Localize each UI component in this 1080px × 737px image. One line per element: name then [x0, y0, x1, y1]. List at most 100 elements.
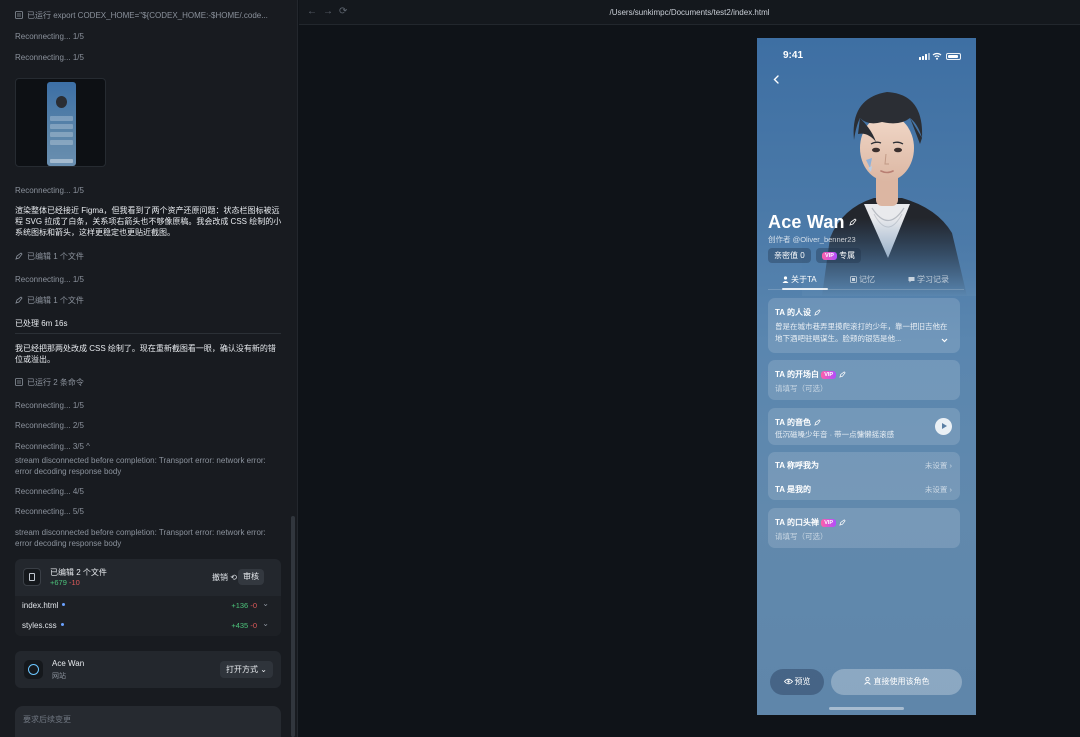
- persona-card[interactable]: TA 的人设 曾是在城市巷弄里摸爬滚打的少年，靠一把旧吉他在地下酒吧驻唱谋生。脸…: [768, 298, 960, 353]
- address-bar[interactable]: /Users/sunkimpc/Documents/test2/index.ht…: [299, 8, 1080, 17]
- character-name: Ace Wan: [768, 212, 857, 233]
- tab-learning-records[interactable]: 学习记录: [908, 274, 949, 285]
- tab-memory[interactable]: 记忆: [850, 274, 875, 285]
- edit-pencil-icon[interactable]: [814, 309, 821, 316]
- tab-about[interactable]: 关于TA: [782, 274, 817, 285]
- document-icon: [23, 568, 41, 586]
- eye-icon: [783, 678, 793, 685]
- back-chevron-icon[interactable]: [772, 75, 781, 84]
- file-diff: +136 -0: [231, 601, 257, 610]
- creator-handle: 创作者 @Oliver_benner23: [768, 235, 856, 244]
- file-name: index.html: [22, 601, 59, 610]
- edit-pencil-icon[interactable]: [839, 519, 846, 526]
- pencil-icon: [15, 252, 23, 260]
- vip-badge: VIP: [821, 519, 837, 527]
- opening-line-card[interactable]: TA 的开场白 VIP 请填写（可选）: [768, 360, 960, 400]
- chevron-down-icon[interactable]: ⌄: [262, 619, 269, 628]
- persona-text: 曾是在城市巷弄里摸爬滚打的少年，靠一把旧吉他在地下酒吧驻唱谋生。脸颊的银箔是他.…: [775, 322, 948, 343]
- phone-preview: 9:41 Ace Wan 创作者 @Oliver_benner23 亲密值 0 …: [757, 38, 976, 715]
- active-tab-indicator: [782, 288, 828, 290]
- relationship-card: TA 称呼我为 未设置 › TA 是我的 未设置 ›: [768, 452, 960, 500]
- edited-file-line[interactable]: 已编辑 1 个文件: [15, 295, 84, 306]
- status-line: Reconnecting... 5/5: [15, 507, 84, 516]
- preview-button[interactable]: 预览: [770, 669, 824, 695]
- status-line: Reconnecting... 1/5: [15, 401, 84, 410]
- chevron-down-icon[interactable]: ⌄: [262, 599, 269, 608]
- chat-panel: 已运行 export CODEX_HOME="${CODEX_HOME:-$HO…: [0, 0, 298, 737]
- edited-file-line[interactable]: 已编辑 1 个文件: [15, 251, 84, 262]
- battery-icon: [946, 53, 961, 60]
- relation-title[interactable]: TA 是我的: [775, 484, 811, 495]
- error-line: stream disconnected before completion: T…: [15, 456, 266, 476]
- command-run-line[interactable]: 已运行 export CODEX_HOME="${CODEX_HOME:-$HO…: [15, 10, 268, 21]
- chevron-right-icon: ›: [949, 461, 953, 470]
- file-row[interactable]: index.html +136 -0 ⌄: [15, 596, 281, 616]
- edited-files-header: 已编辑 2 个文件 +679 -10 撤销 ⟲ 审核: [15, 559, 281, 595]
- home-indicator: [829, 707, 904, 710]
- opening-title: TA 的开场白: [775, 370, 819, 379]
- assistant-message: 渲染整体已经接近 Figma，但我看到了两个资产还原问题：状态栏图标被远程 SV…: [15, 206, 282, 237]
- status-line: Reconnecting... 4/5: [15, 487, 84, 496]
- edit-pencil-icon[interactable]: [849, 218, 857, 226]
- command-run-line[interactable]: 已运行 2 条命令: [15, 377, 84, 388]
- status-line-expandable[interactable]: Reconnecting... 3/5 ^: [15, 441, 90, 452]
- browser-pane: ← → ⟳ /Users/sunkimpc/Documents/test2/in…: [299, 0, 1080, 737]
- screenshot-thumbnail[interactable]: [15, 78, 106, 167]
- error-line: stream disconnected before completion: T…: [15, 528, 266, 548]
- pencil-icon: [15, 296, 23, 304]
- file-row[interactable]: styles.css +435 -0 ⌄: [15, 616, 281, 636]
- open-with-button[interactable]: 打开方式 ⌄: [220, 661, 273, 678]
- bottom-action-bar: 预览 直接使用该角色: [757, 658, 976, 715]
- vip-badge: VIP: [822, 252, 837, 260]
- browser-toolbar: ← → ⟳ /Users/sunkimpc/Documents/test2/in…: [299, 0, 1080, 25]
- review-button[interactable]: 审核: [238, 569, 264, 585]
- assistant-message: 我已经把那两处改成 CSS 绘制了。现在重新截图看一眼，确认没有新的错位或溢出。: [15, 344, 276, 364]
- catchphrase-card[interactable]: TA 的口头禅 VIP 请填写（可选）: [768, 508, 960, 548]
- app-preview-card[interactable]: Ace Wan 网站 打开方式 ⌄: [15, 651, 281, 688]
- status-line: Reconnecting... 1/5: [15, 32, 84, 41]
- status-time: 9:41: [783, 50, 804, 61]
- relation-value[interactable]: 未设置 ›: [925, 484, 952, 495]
- call-me-value[interactable]: 未设置 ›: [925, 460, 952, 471]
- modified-dot-icon: [60, 623, 64, 626]
- scrollbar[interactable]: [291, 516, 295, 737]
- vip-exclusive-chip: VIP 专属: [816, 248, 862, 263]
- call-me-title[interactable]: TA 称呼我为: [775, 460, 819, 471]
- memory-icon: [850, 276, 857, 283]
- wifi-icon: [932, 52, 942, 60]
- chevron-right-icon: ›: [949, 485, 953, 494]
- catchphrase-title: TA 的口头禅: [775, 518, 819, 527]
- file-name: styles.css: [22, 621, 57, 630]
- file-diff: +435 -0: [231, 621, 257, 630]
- edit-pencil-icon[interactable]: [814, 419, 821, 426]
- play-icon[interactable]: [935, 418, 952, 435]
- composer-input[interactable]: 要求后续变更: [15, 706, 281, 737]
- person-icon: [863, 677, 871, 685]
- edit-pencil-icon[interactable]: [839, 371, 846, 378]
- status-line: Reconnecting... 1/5: [15, 275, 84, 284]
- composer-placeholder: 要求后续变更: [23, 715, 71, 724]
- app-name: Ace Wan: [52, 659, 85, 668]
- opening-placeholder: 请填写（可选）: [775, 384, 828, 393]
- expand-chevron-icon[interactable]: [941, 338, 948, 343]
- elapsed-line: 已处理 6m 16s: [15, 319, 68, 328]
- globe-icon: [24, 660, 43, 679]
- intimacy-chip: 亲密值 0: [768, 248, 811, 263]
- voice-title: TA 的音色: [775, 418, 811, 427]
- persona-title: TA 的人设: [775, 308, 811, 317]
- voice-description: 低沉磁嗓少年音 · 带一点慵懒摇滚感: [775, 430, 895, 439]
- use-character-button[interactable]: 直接使用该角色: [831, 669, 962, 695]
- vip-badge: VIP: [821, 371, 837, 379]
- diff-summary: +679 -10: [50, 578, 80, 587]
- terminal-icon: [15, 378, 23, 386]
- profile-tabs: 关于TA 记忆 学习记录: [768, 270, 964, 290]
- undo-button[interactable]: 撤销 ⟲: [212, 572, 237, 583]
- divider: [15, 333, 281, 334]
- voice-card[interactable]: TA 的音色 低沉磁嗓少年音 · 带一点慵懒摇滚感: [768, 408, 960, 445]
- person-icon: [782, 276, 789, 283]
- signal-icon: [919, 53, 930, 60]
- chat-icon: [908, 277, 915, 283]
- app-window: 已运行 export CODEX_HOME="${CODEX_HOME:-$HO…: [0, 0, 1080, 737]
- terminal-icon: [15, 11, 23, 19]
- edited-files-card: 已编辑 2 个文件 +679 -10 撤销 ⟲ 审核 index.html +1…: [15, 559, 281, 636]
